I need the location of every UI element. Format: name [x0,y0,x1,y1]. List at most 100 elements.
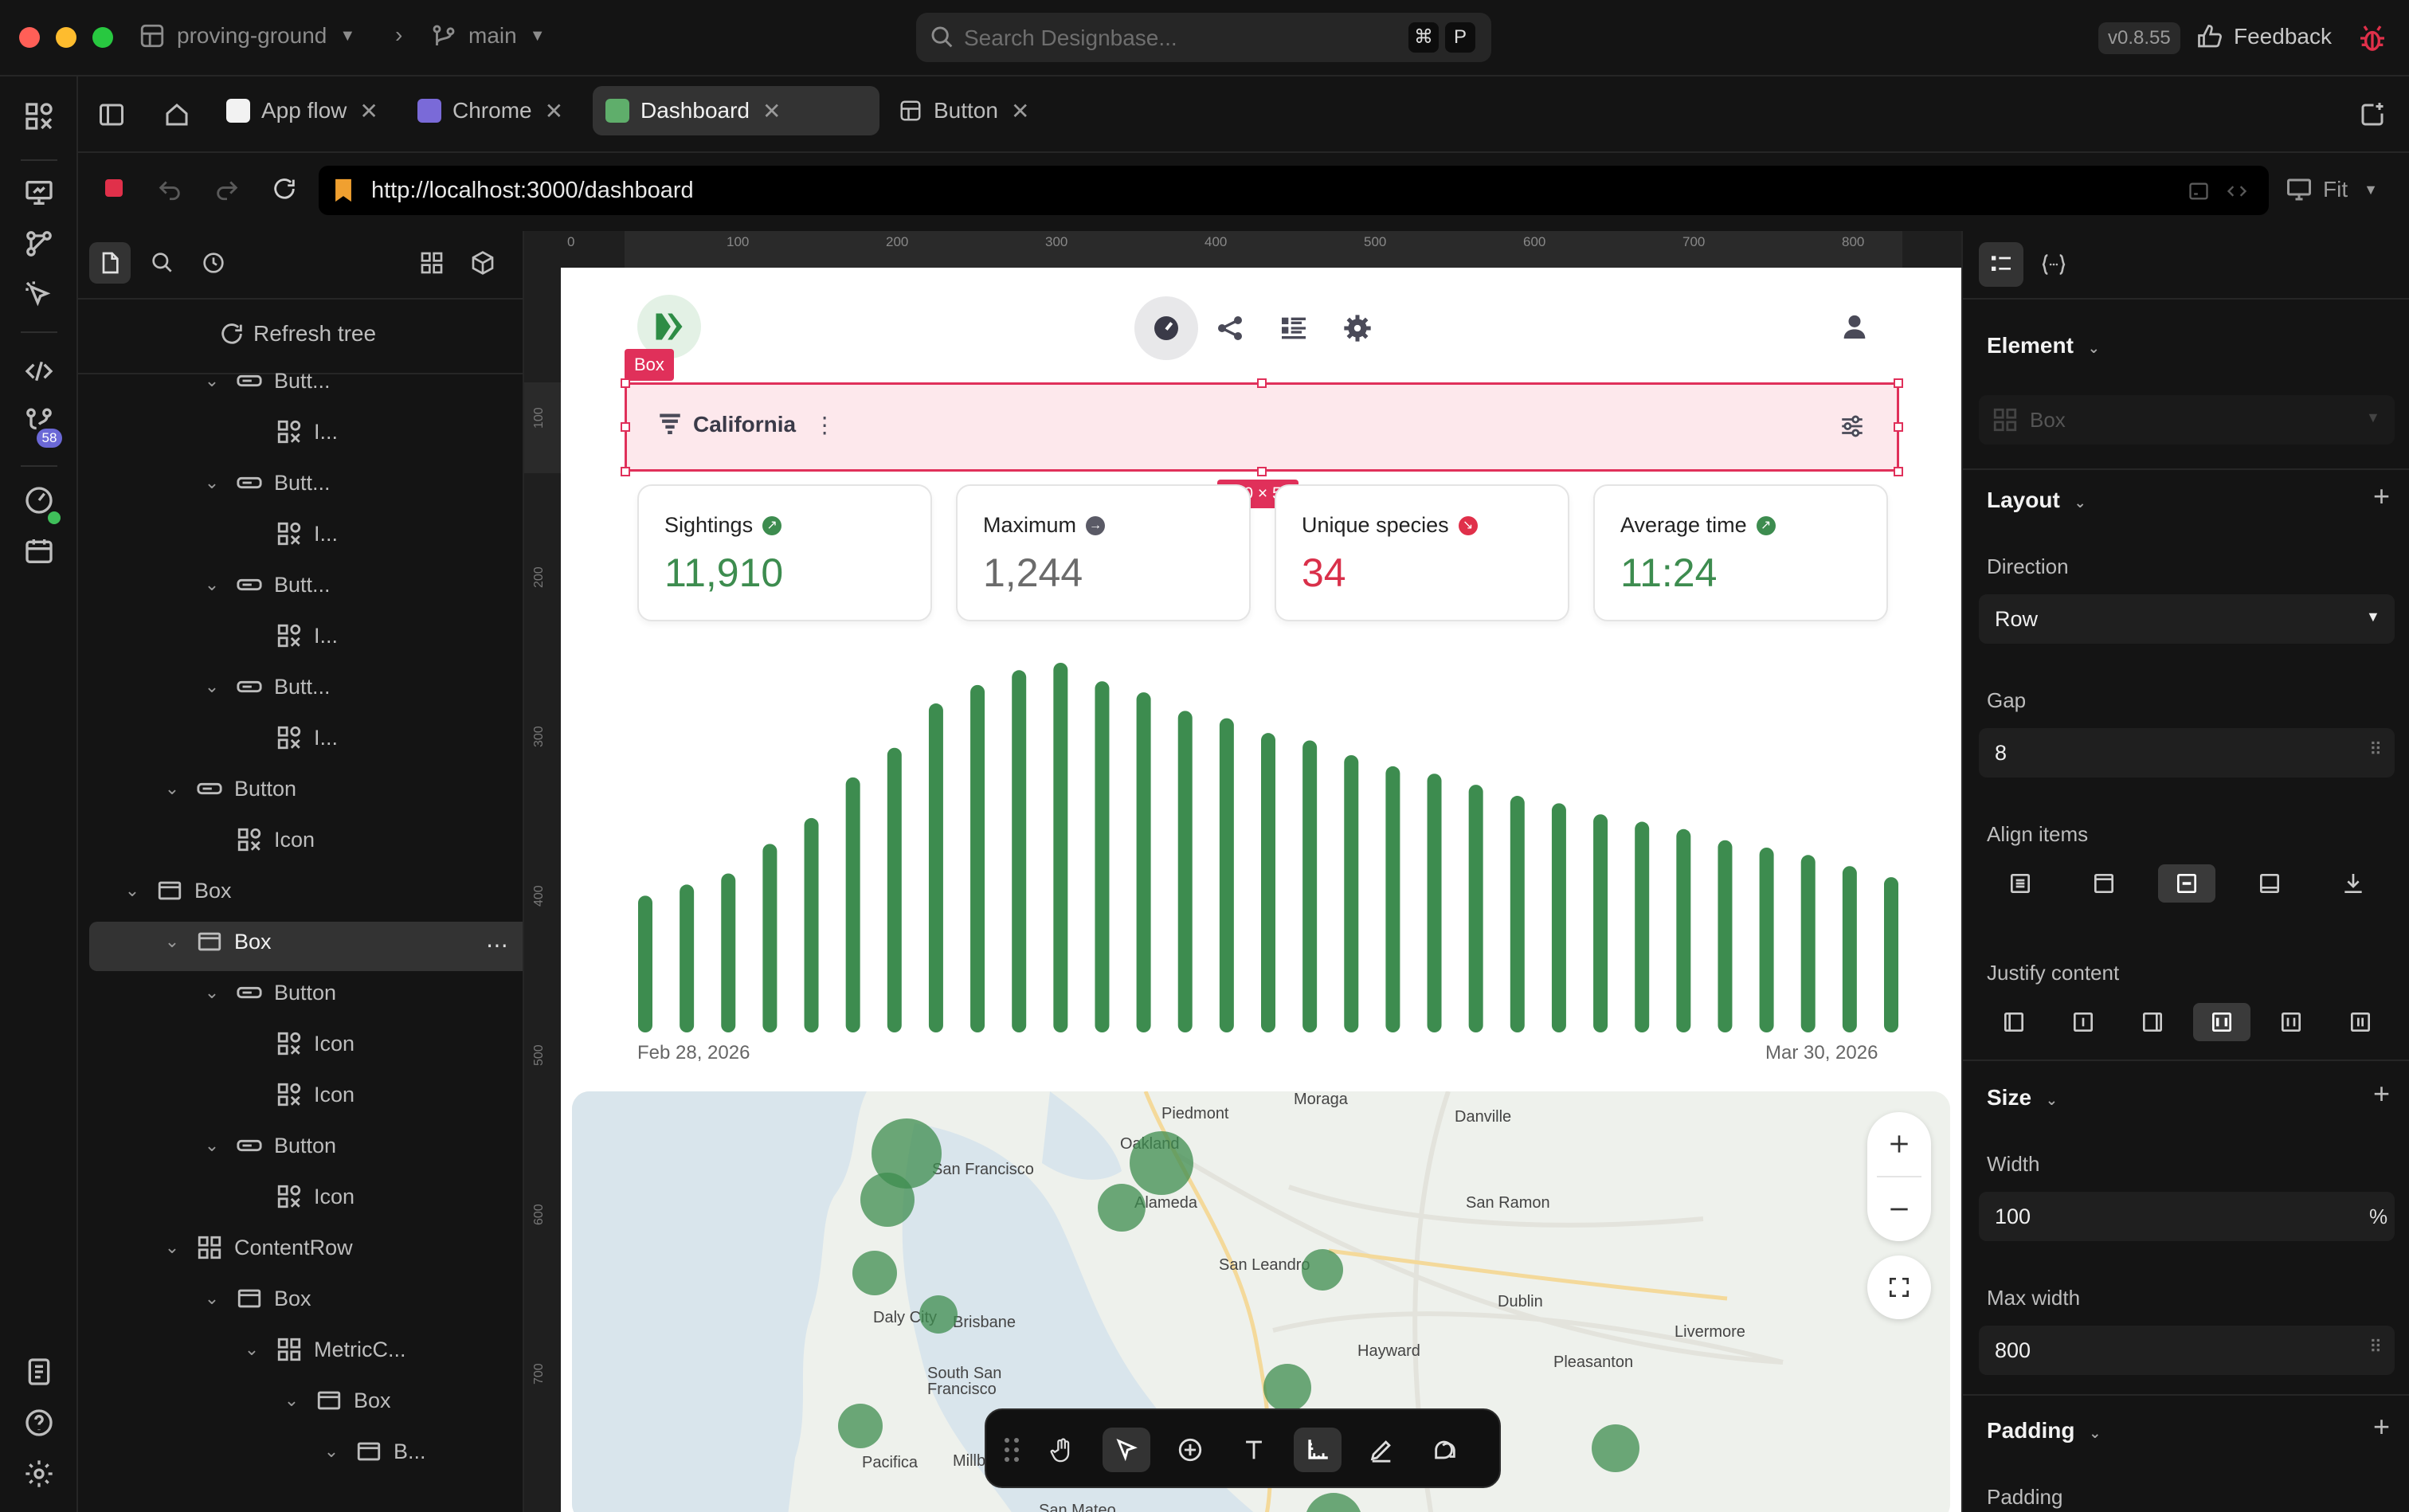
tree-row-button[interactable]: ⌄ Button [202,970,336,1015]
chart-bar[interactable] [1635,821,1650,1032]
code-view-icon[interactable] [2226,180,2248,202]
chart-bar[interactable] [1593,814,1608,1032]
preview-canvas[interactable]: Box 800 × 56 California ⋮ Sightings ↗ 11,… [561,268,1961,1512]
maximize-window-button[interactable] [92,27,113,48]
sliders-icon[interactable] [1839,413,1866,440]
align-end-icon[interactable] [2241,864,2298,903]
chevron-down-icon[interactable]: ⌄ [163,778,182,799]
resize-handle[interactable] [621,467,630,476]
resize-handle[interactable] [621,422,630,432]
fullscreen-button[interactable] [1867,1255,1931,1319]
direction-select[interactable]: Row ▼ [1979,594,2395,644]
chevron-down-icon[interactable]: ⌄ [163,931,182,952]
sighting-marker[interactable] [860,1173,915,1227]
chart-bar[interactable] [721,873,736,1032]
align-start-icon[interactable] [2075,864,2133,903]
grid-view-icon[interactable] [419,250,445,276]
tree-row-box[interactable]: ⌄ Box [282,1378,391,1423]
close-icon[interactable]: ✕ [545,98,563,124]
nav-list-button[interactable] [1262,296,1326,360]
chart-bar[interactable] [1468,785,1483,1032]
tree-row-icon[interactable]: Icon [276,1072,354,1117]
chart-bar[interactable] [928,703,943,1032]
justify-evenly-icon[interactable] [2332,1003,2389,1041]
layout-section-title[interactable]: Layout ⌄ [1987,488,2086,513]
chart-bar[interactable] [1759,848,1774,1032]
close-icon[interactable]: ✕ [1011,98,1029,124]
tree-row-icon[interactable]: Icon [276,1174,354,1219]
chart-bar[interactable] [1012,670,1027,1032]
select-tool[interactable] [1103,1428,1150,1472]
tree-row-icon[interactable]: I... [276,511,338,556]
gap-input[interactable]: 8 ⠿ [1979,728,2395,778]
redo-icon[interactable] [213,175,241,202]
cursor-click-icon[interactable] [23,279,55,311]
tree-row-button[interactable]: ⌄ Butt... [202,664,331,709]
add-padding-icon[interactable]: + [2373,1410,2390,1443]
resize-handle[interactable] [1257,467,1267,476]
close-icon[interactable]: ✕ [359,98,378,124]
sighting-marker[interactable] [838,1404,883,1448]
tree-row-icon[interactable]: I... [276,613,338,658]
tree-row-button[interactable]: ⌄ Butt... [202,358,331,403]
chart-bar[interactable] [1219,718,1234,1032]
sighting-marker[interactable] [1098,1184,1146,1232]
chart-bar[interactable] [1095,681,1110,1032]
tree-row-icon[interactable]: I... [276,409,338,454]
sidebar-toggle-icon[interactable] [97,100,126,129]
chevron-down-icon[interactable]: ⌄ [202,1135,221,1156]
chevron-down-icon[interactable]: ⌄ [163,1237,182,1258]
width-input[interactable]: 100 % [1979,1192,2395,1241]
chart-bar[interactable] [762,844,778,1032]
chart-bar[interactable] [1427,774,1442,1032]
refresh-icon[interactable] [271,175,298,202]
chevron-down-icon[interactable]: ⌄ [202,370,221,391]
minimize-window-button[interactable] [56,27,76,48]
tree-row-icon[interactable]: Icon [276,1021,354,1066]
more-vertical-icon[interactable]: ⋮ [813,412,836,438]
nav-settings-button[interactable] [1326,296,1389,360]
more-options-icon[interactable]: ⋯ [486,932,508,958]
measure-tool[interactable] [1294,1428,1342,1472]
sightings-bar-chart[interactable] [637,650,1899,1032]
properties-tab[interactable] [1979,242,2023,287]
help-icon[interactable] [23,1407,55,1439]
feedback-button[interactable]: Feedback [2196,22,2332,51]
sighting-marker[interactable] [852,1251,897,1295]
metric-card-average-time[interactable]: Average time ↗ 11:24 [1593,484,1888,621]
nav-dashboard-button[interactable] [1134,296,1198,360]
components-icon[interactable] [23,100,55,132]
fit-selector[interactable]: Fit ▼ [2285,175,2378,204]
chart-bar[interactable] [1302,740,1318,1032]
refresh-tree-button[interactable]: Refresh tree [218,320,376,347]
width-unit[interactable]: % [2369,1205,2387,1229]
tree-row-icon[interactable]: Icon [236,817,315,862]
align-stretch-icon[interactable] [1992,864,2049,903]
hand-tool[interactable] [1039,1428,1087,1472]
scrub-handle-icon[interactable]: ⠿ [2369,1337,2382,1357]
metric-card-sightings[interactable]: Sightings ↗ 11,910 [637,484,932,621]
calendar-icon[interactable] [23,535,55,567]
text-tool[interactable] [1230,1428,1278,1472]
resize-handle[interactable] [1257,378,1267,388]
tree-row-box[interactable]: ⌄ Box [163,919,272,964]
code-icon[interactable] [23,355,55,387]
gauge-icon[interactable] [23,484,55,516]
chart-bar[interactable] [804,817,819,1032]
json-icon[interactable] [2039,252,2068,277]
resize-handle[interactable] [1894,467,1903,476]
max-width-input[interactable]: 800 ⠿ [1979,1326,2395,1375]
settings-icon[interactable] [23,1458,55,1490]
home-icon[interactable] [163,100,191,129]
undo-icon[interactable] [156,175,183,202]
chart-bar[interactable] [1136,692,1151,1032]
tree-row-button[interactable]: ⌄ Butt... [202,562,331,607]
search-icon[interactable] [150,250,175,276]
user-icon[interactable] [1839,311,1870,343]
metric-card-maximum[interactable]: Maximum → 1,244 [956,484,1251,621]
resize-handle[interactable] [621,378,630,388]
scrub-handle-icon[interactable]: ⠿ [2369,739,2382,760]
pages-tab[interactable] [89,242,131,284]
sighting-marker[interactable] [1130,1131,1193,1195]
nav-flow-button[interactable] [1198,296,1262,360]
